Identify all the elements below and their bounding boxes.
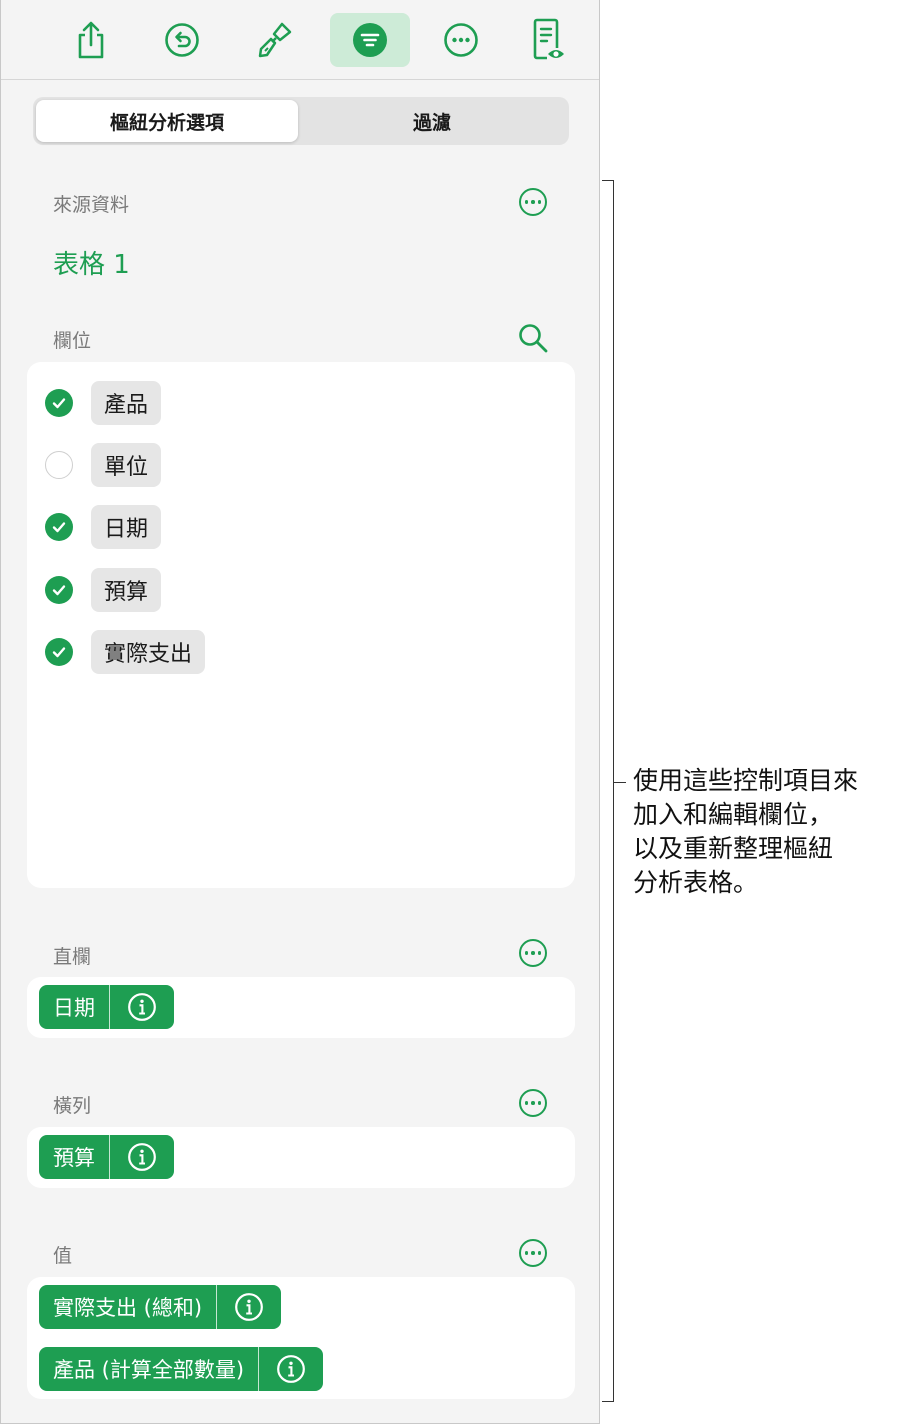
rows-more-button[interactable] (519, 1089, 547, 1117)
reading-view-icon (533, 18, 564, 60)
values-label: 值 (53, 1245, 73, 1267)
field-chip[interactable]: 實際支出 (91, 630, 206, 674)
field-row-budget[interactable]: 預算 (27, 568, 575, 612)
field-list: 產品 單位 日期 預算 實際支出 (27, 362, 575, 888)
organize-icon (353, 23, 387, 57)
format-brush-icon (258, 22, 292, 58)
field-chip[interactable]: 日期 (91, 505, 162, 549)
callout-line: 以及重新整理樞紐 (633, 834, 834, 863)
segmented-control: 樞紐分析選項 過濾 (33, 97, 569, 145)
fields-label: 欄位 (53, 330, 92, 352)
pill-label[interactable]: 預算 (39, 1135, 109, 1179)
dot (524, 951, 529, 955)
callout-text: 使用這些控制項目來 加入和編輯欄位， 以及重新整理樞紐 分析表格。 (633, 764, 898, 900)
info-button[interactable] (259, 1347, 323, 1391)
share-icon (78, 21, 104, 59)
callout-leader-line (614, 782, 626, 783)
values-more-button[interactable] (519, 1239, 547, 1267)
dot (537, 951, 542, 955)
info-icon (128, 993, 156, 1021)
dot (537, 1101, 542, 1105)
columns-more-button[interactable] (519, 939, 547, 967)
pill-label[interactable]: 日期 (39, 985, 109, 1029)
callout-line: 使用這些控制項目來 (633, 766, 859, 795)
field-row-units[interactable]: 單位 (27, 443, 575, 487)
columns-label: 直欄 (53, 946, 92, 968)
rows-label: 橫列 (53, 1095, 92, 1117)
field-row-actual-spend[interactable]: 實際支出 (27, 630, 575, 674)
dot (524, 1101, 529, 1105)
column-field-pill[interactable]: 日期 (39, 985, 174, 1029)
field-row-product[interactable]: 產品 (27, 381, 575, 425)
callout-line: 加入和編輯欄位， (633, 800, 834, 829)
dot (531, 1101, 535, 1105)
dot (537, 1251, 542, 1255)
dot (524, 1251, 529, 1255)
pill-label[interactable]: 產品 (計算全部數量) (39, 1347, 258, 1391)
tab-filter[interactable]: 過濾 (301, 100, 563, 142)
empty-circle-icon[interactable] (45, 451, 73, 479)
source-table-name[interactable]: 表格 1 (53, 244, 130, 281)
info-icon (277, 1355, 305, 1383)
value-field-pill[interactable]: 實際支出 (總和) (39, 1285, 282, 1329)
info-button[interactable] (217, 1285, 281, 1329)
share-button[interactable] (51, 13, 131, 67)
pivot-sidebar: 樞紐分析選項 過濾 來源資料 表格 1 欄位 產品 單位 日期 預算 實際支出 … (0, 0, 600, 1424)
dot (531, 1251, 535, 1255)
pill-label[interactable]: 實際支出 (總和) (39, 1285, 216, 1329)
more-button[interactable] (421, 13, 501, 67)
columns-well: 日期 (27, 977, 575, 1038)
search-icon[interactable] (517, 322, 549, 354)
undo-icon (165, 23, 199, 57)
row-field-pill[interactable]: 預算 (39, 1135, 174, 1179)
source-more-button[interactable] (519, 188, 547, 216)
dot (531, 951, 535, 955)
checkmark-icon[interactable] (45, 638, 73, 666)
organize-button[interactable] (330, 13, 410, 67)
source-data-label: 來源資料 (53, 194, 130, 216)
reading-view-button[interactable] (509, 13, 589, 67)
field-chip[interactable]: 產品 (91, 381, 162, 425)
checkmark-icon[interactable] (45, 389, 73, 417)
field-chip[interactable]: 預算 (91, 568, 162, 612)
field-chip[interactable]: 單位 (91, 443, 162, 487)
info-icon (128, 1143, 156, 1171)
format-button[interactable] (235, 13, 315, 67)
toolbar (1, 0, 599, 80)
tab-pivot-options[interactable]: 樞紐分析選項 (36, 100, 298, 142)
dot (531, 200, 535, 204)
info-button[interactable] (110, 1135, 174, 1179)
more-icon (444, 23, 478, 57)
undo-button[interactable] (142, 13, 222, 67)
callout-line: 分析表格。 (633, 868, 759, 897)
checkmark-icon[interactable] (45, 513, 73, 541)
checkmark-icon[interactable] (45, 576, 73, 604)
dot (537, 200, 542, 204)
field-row-date[interactable]: 日期 (27, 505, 575, 549)
rows-well: 預算 (27, 1127, 575, 1188)
info-button[interactable] (110, 985, 174, 1029)
dot (524, 200, 529, 204)
callout-bracket (602, 180, 614, 1402)
value-field-pill[interactable]: 產品 (計算全部數量) (39, 1347, 324, 1391)
info-icon (235, 1293, 263, 1321)
values-well: 實際支出 (總和) 產品 (計算全部數量) (27, 1277, 575, 1399)
